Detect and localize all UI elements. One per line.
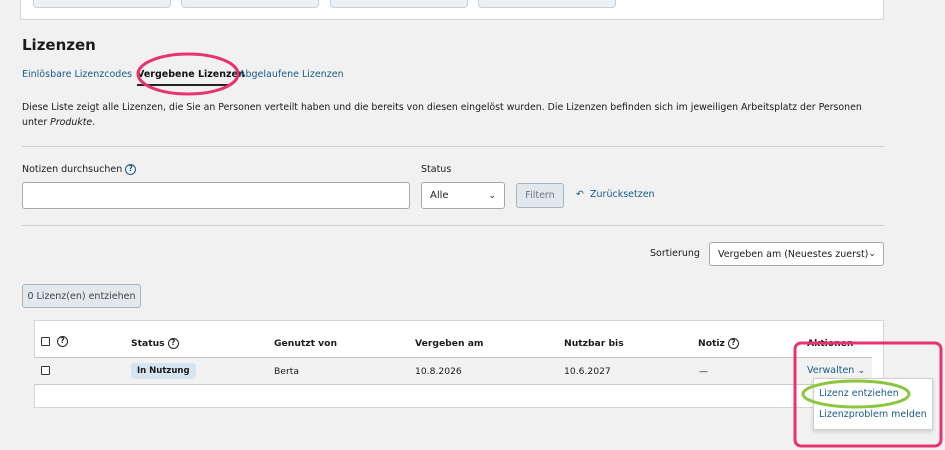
tab-redeemable-codes[interactable]: Einlösbare Lizenzcodes [22,69,132,80]
column-header-status-label: Status [131,338,165,349]
status-select-value: Alle [430,190,449,201]
chevron-down-icon: ⌄ [868,249,876,259]
search-label: Notizen durchsuchen [22,164,123,175]
sort-select-value: Vergeben am (Neuestes zuerst) [718,248,869,260]
row-checkbox[interactable] [41,366,50,375]
top-button-2[interactable] [181,0,319,8]
description-emphasis: Produkte [50,117,93,128]
reset-arrow-icon: ↶ [576,189,584,200]
search-notes-input[interactable] [22,182,410,209]
status-badge: In Nutzung [131,363,196,379]
page-title: Lizenzen [22,36,96,54]
chevron-down-icon: ⌄ [488,190,496,201]
help-icon[interactable]: ? [125,164,137,175]
description-end: . [92,117,96,128]
sort-label: Sortierung [650,248,700,259]
help-icon[interactable]: ? [727,338,739,349]
reset-link-label: Zurücksetzen [590,189,655,200]
column-header-actions: Aktionen [807,338,854,349]
help-icon[interactable]: ? [167,338,179,349]
column-header-note-label: Notiz [698,338,725,349]
top-button-1[interactable] [33,0,171,8]
select-all-checkbox[interactable] [41,337,50,346]
top-button-3[interactable] [330,0,468,8]
description-text: Diese Liste zeigt alle Lizenzen, die Sie… [22,102,862,128]
divider [22,225,884,226]
page-description: Diese Liste zeigt alle Lizenzen, die Sie… [22,100,882,130]
status-select[interactable]: Alle ⌄ [421,182,505,209]
status-label: Status [421,164,452,175]
cell-usable-until: 10.6.2027 [564,366,611,377]
menu-item-report-problem[interactable]: Lizenzproblem melden [819,409,927,420]
column-header-assigned-on: Vergeben am [415,338,484,349]
sort-select[interactable]: Vergeben am (Neuestes zuerst) ⌄ [709,242,884,266]
active-tab-indicator [137,84,230,86]
revoke-licenses-button[interactable]: 0 Lizenz(en) entziehen [22,284,141,308]
manage-label: Verwalten [807,365,855,376]
cell-note: — [699,366,709,377]
manage-dropdown-button[interactable]: Verwalten ⌄ [807,365,865,376]
reset-link[interactable]: ↶ Zurücksetzen [576,189,655,200]
divider [22,146,884,147]
tab-expired-licenses[interactable]: Abgelaufene Lizenzen [239,69,344,80]
top-panel [20,0,884,20]
column-header-status: Status? [131,338,179,349]
menu-item-revoke-license[interactable]: Lizenz entziehen [819,388,899,399]
actions-dropdown-menu: Lizenz entziehen Lizenzproblem melden [813,378,933,430]
tab-assigned-licenses[interactable]: Vergebene Lizenzen [137,69,245,80]
help-icon[interactable]: ? [57,336,68,347]
top-button-4[interactable] [478,0,616,8]
cell-assigned-on: 10.8.2026 [415,366,462,377]
column-header-note: Notiz? [698,338,739,349]
filter-button[interactable]: Filtern [516,183,564,208]
column-header-used-by: Genutzt von [274,338,338,349]
chevron-down-icon: ⌄ [857,365,866,376]
cell-used-by: Berta [274,366,299,377]
column-header-usable-until: Nutzbar bis [564,338,624,349]
search-label-row: Notizen durchsuchen? [22,164,137,175]
